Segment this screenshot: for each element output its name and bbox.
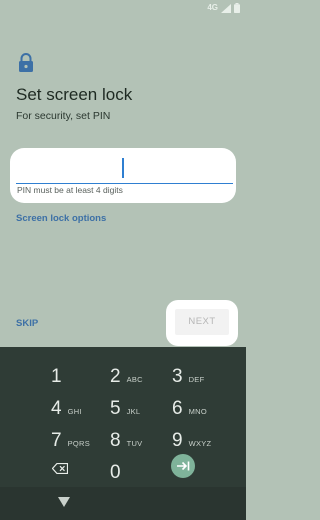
back-icon[interactable] <box>58 497 70 507</box>
key-digit: 2 <box>110 366 121 387</box>
key-digit: 5 <box>110 398 121 419</box>
backspace-icon[interactable] <box>52 463 68 474</box>
key-digit: 1 <box>51 366 62 387</box>
battery-icon <box>234 3 240 13</box>
key-digit: 7 <box>51 430 62 451</box>
key-letters: GHI <box>67 407 82 416</box>
key-digit: 8 <box>110 430 121 451</box>
signal-icon <box>221 3 231 13</box>
key-digit: 6 <box>172 398 183 419</box>
key-1[interactable]: 1 <box>51 359 62 387</box>
enter-icon[interactable] <box>171 454 195 478</box>
status-bar: 4G <box>0 0 246 16</box>
key-letters: WXYZ <box>188 439 212 448</box>
key-5[interactable]: 5 JKL <box>110 391 140 419</box>
key-2[interactable]: 2 ABC <box>110 359 143 387</box>
key-letters: DEF <box>188 375 205 384</box>
key-6[interactable]: 6 MNO <box>172 391 207 419</box>
key-9[interactable]: 9 WXYZ <box>172 423 211 451</box>
pin-input[interactable] <box>16 154 233 184</box>
key-digit: 9 <box>172 430 183 451</box>
next-button[interactable]: NEXT <box>175 309 229 335</box>
key-letters: ABC <box>126 375 143 384</box>
screen-lock-options-link[interactable]: Screen lock options <box>16 213 106 224</box>
key-digit: 4 <box>51 398 62 419</box>
navigation-bar <box>0 487 246 520</box>
key-letters: TUV <box>126 439 143 448</box>
key-3[interactable]: 3 DEF <box>172 359 204 387</box>
page-subtitle: For security, set PIN <box>16 110 111 122</box>
key-4[interactable]: 4 GHI <box>51 391 82 419</box>
skip-button[interactable]: SKIP <box>16 318 38 329</box>
key-digit: 3 <box>172 366 183 387</box>
key-letters: JKL <box>126 407 141 416</box>
network-type: 4G <box>207 3 218 12</box>
page-title: Set screen lock <box>16 85 133 104</box>
numeric-keypad: 1 2 ABC 3 DEF 4 GHI 5 JKL 6 MNO 7 PQRS 8… <box>0 347 246 487</box>
key-letters: MNO <box>188 407 207 416</box>
pin-hint: PIN must be at least 4 digits <box>17 185 123 195</box>
text-caret <box>122 158 124 178</box>
pin-card: PIN must be at least 4 digits <box>10 148 236 203</box>
status-icons: 4G <box>207 3 240 13</box>
lock-icon <box>19 53 33 72</box>
key-0[interactable]: 0 <box>110 455 121 483</box>
key-7[interactable]: 7 PQRS <box>51 423 90 451</box>
key-8[interactable]: 8 TUV <box>110 423 142 451</box>
next-button-highlight: NEXT <box>166 300 238 346</box>
key-digit: 0 <box>110 462 121 483</box>
key-letters: PQRS <box>67 439 91 448</box>
